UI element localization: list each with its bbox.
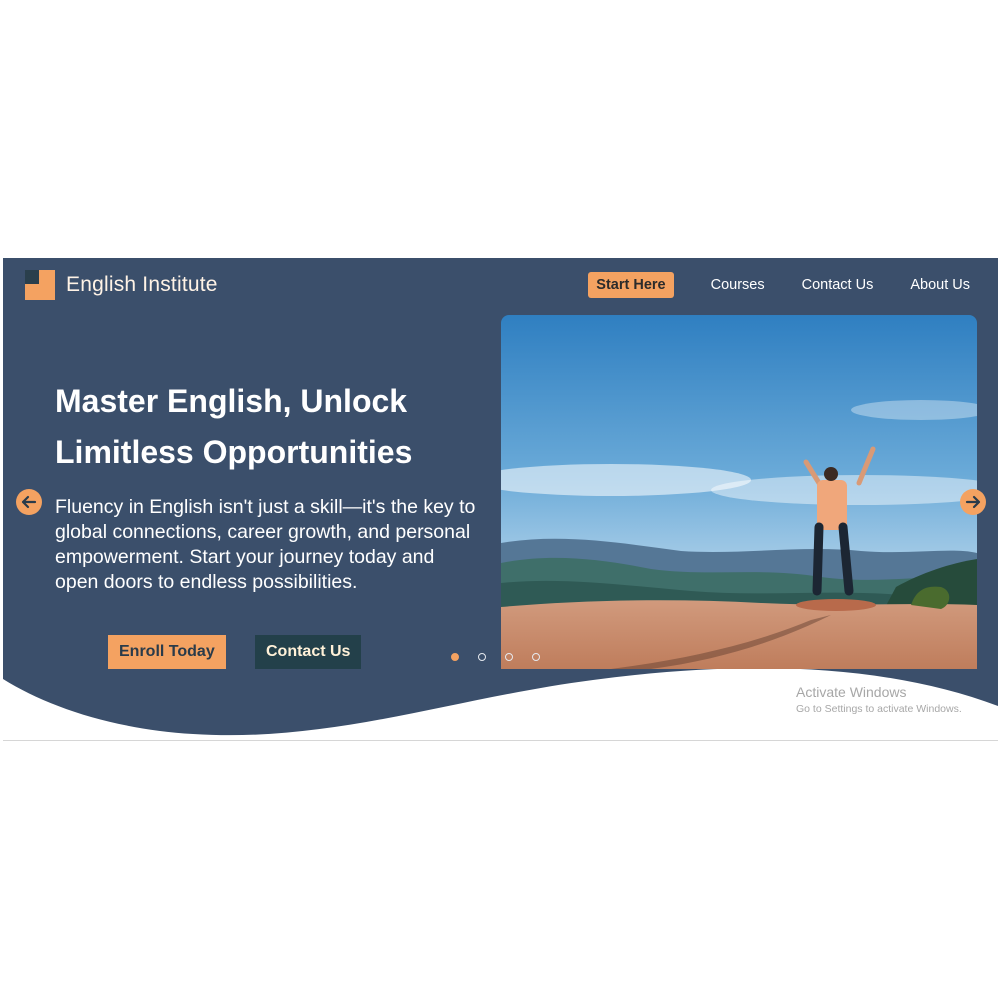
carousel-dot-1[interactable] <box>451 653 459 661</box>
hero-description: Fluency in English isn't just a skill—it… <box>55 496 476 593</box>
enroll-today-button[interactable]: Enroll Today <box>108 635 226 669</box>
hero-section: English Institute Start Here Courses Con… <box>3 258 998 741</box>
carousel-indicators <box>451 653 559 661</box>
watermark-title: Activate Windows <box>796 684 907 700</box>
hero-headline: Master English, Unlock Limitless Opportu… <box>55 383 413 470</box>
windows-activation-watermark: Activate Windows Go to Settings to activ… <box>796 684 962 715</box>
nav-start-here[interactable]: Start Here <box>588 272 674 298</box>
nav-about-us[interactable]: About Us <box>910 277 970 293</box>
nav-contact-us[interactable]: Contact Us <box>802 277 874 293</box>
carousel-dot-4[interactable] <box>532 653 540 661</box>
arrow-right-icon <box>965 495 981 509</box>
person-on-mountain-photo <box>501 315 977 669</box>
main-nav: Start Here Courses Contact Us About Us <box>588 272 970 298</box>
brand[interactable]: English Institute <box>25 270 218 300</box>
arrow-left-icon <box>21 495 37 509</box>
watermark-subtitle: Go to Settings to activate Windows. <box>796 703 962 715</box>
carousel-next-button[interactable] <box>960 489 986 515</box>
brand-name: English Institute <box>66 273 218 296</box>
nav-courses[interactable]: Courses <box>711 277 765 293</box>
carousel-dot-3[interactable] <box>505 653 513 661</box>
carousel-dot-2[interactable] <box>478 653 486 661</box>
logo-icon <box>25 270 55 300</box>
carousel-prev-button[interactable] <box>16 489 42 515</box>
contact-us-button[interactable]: Contact Us <box>255 635 362 669</box>
hero-photo <box>501 315 977 669</box>
